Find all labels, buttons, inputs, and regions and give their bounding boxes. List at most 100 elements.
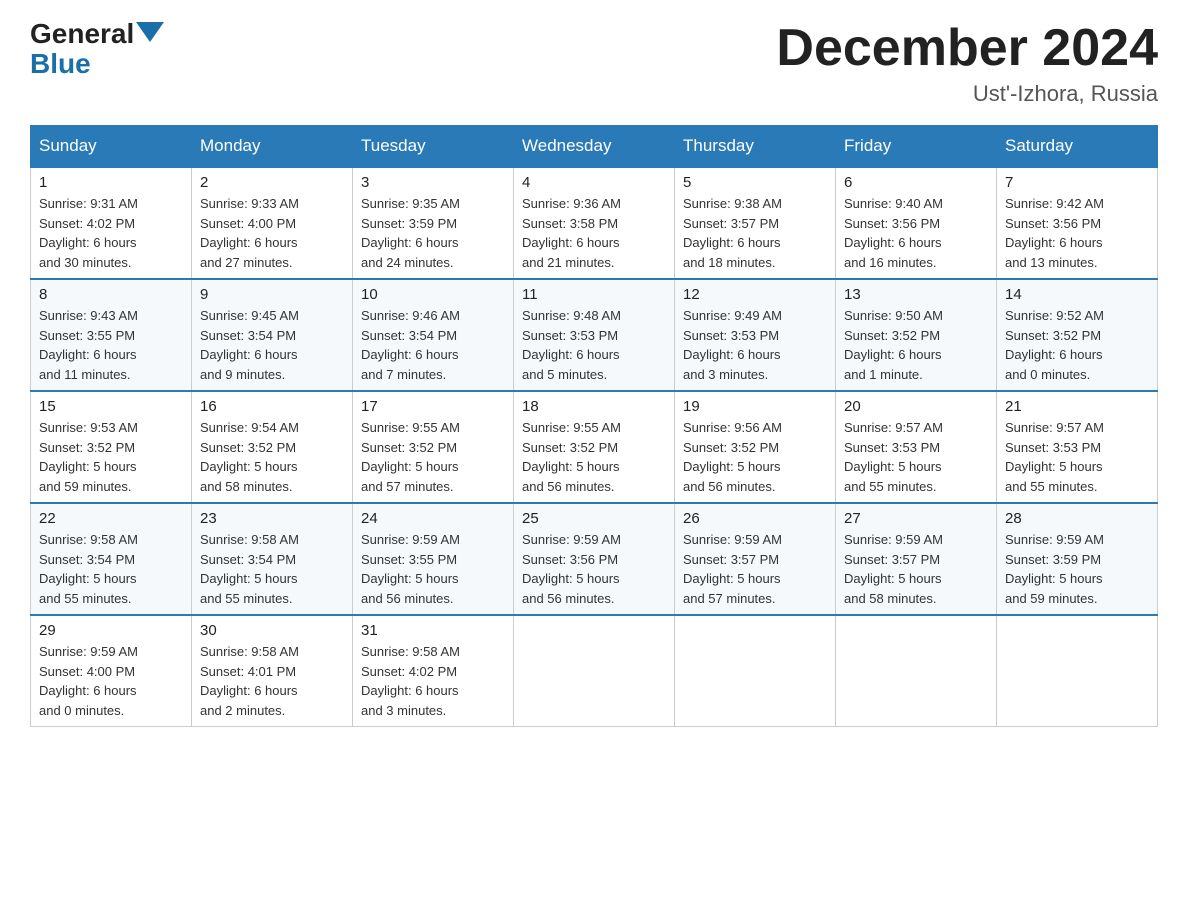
calendar-cell: 10 Sunrise: 9:46 AMSunset: 3:54 PMDayligh… <box>353 279 514 391</box>
day-info: Sunrise: 9:58 AMSunset: 4:01 PMDaylight:… <box>200 642 344 720</box>
calendar-cell: 12 Sunrise: 9:49 AMSunset: 3:53 PMDayligh… <box>675 279 836 391</box>
day-info: Sunrise: 9:55 AMSunset: 3:52 PMDaylight:… <box>361 418 505 496</box>
day-number: 29 <box>39 622 183 639</box>
day-number: 30 <box>200 622 344 639</box>
calendar-cell: 28 Sunrise: 9:59 AMSunset: 3:59 PMDayligh… <box>997 503 1158 615</box>
calendar-cell: 30 Sunrise: 9:58 AMSunset: 4:01 PMDayligh… <box>192 615 353 727</box>
day-info: Sunrise: 9:57 AMSunset: 3:53 PMDaylight:… <box>844 418 988 496</box>
calendar-cell: 5Sunrise: 9:38 AMSunset: 3:57 PMDaylight… <box>675 167 836 279</box>
calendar-cell <box>514 615 675 727</box>
day-number: 6 <box>844 174 988 191</box>
week-row-4: 22 Sunrise: 9:58 AMSunset: 3:54 PMDayligh… <box>31 503 1158 615</box>
calendar-cell: 16 Sunrise: 9:54 AMSunset: 3:52 PMDayligh… <box>192 391 353 503</box>
day-info: Sunrise: 9:42 AMSunset: 3:56 PMDaylight:… <box>1005 194 1149 272</box>
calendar-cell: 6 Sunrise: 9:40 AMSunset: 3:56 PMDaylight… <box>836 167 997 279</box>
calendar-cell: 27Sunrise: 9:59 AMSunset: 3:57 PMDayligh… <box>836 503 997 615</box>
day-number: 21 <box>1005 398 1149 415</box>
day-info: Sunrise: 9:35 AMSunset: 3:59 PMDaylight:… <box>361 194 505 272</box>
calendar-cell: 18Sunrise: 9:55 AMSunset: 3:52 PMDayligh… <box>514 391 675 503</box>
day-info: Sunrise: 9:56 AMSunset: 3:52 PMDaylight:… <box>683 418 827 496</box>
day-number: 18 <box>522 398 666 415</box>
logo-general-text: General <box>30 20 134 48</box>
day-number: 3 <box>361 174 505 191</box>
calendar-cell <box>675 615 836 727</box>
day-info: Sunrise: 9:58 AMSunset: 3:54 PMDaylight:… <box>200 530 344 608</box>
day-number: 9 <box>200 286 344 303</box>
day-number: 23 <box>200 510 344 527</box>
title-block: December 2024 Ust'-Izhora, Russia <box>776 20 1158 107</box>
day-number: 8 <box>39 286 183 303</box>
weekday-header-wednesday: Wednesday <box>514 126 675 168</box>
day-info: Sunrise: 9:58 AMSunset: 4:02 PMDaylight:… <box>361 642 505 720</box>
weekday-header-tuesday: Tuesday <box>353 126 514 168</box>
day-info: Sunrise: 9:31 AMSunset: 4:02 PMDaylight:… <box>39 194 183 272</box>
day-number: 7 <box>1005 174 1149 191</box>
month-title: December 2024 <box>776 20 1158 77</box>
day-number: 20 <box>844 398 988 415</box>
calendar-cell: 7 Sunrise: 9:42 AMSunset: 3:56 PMDaylight… <box>997 167 1158 279</box>
day-info: Sunrise: 9:59 AMSunset: 3:59 PMDaylight:… <box>1005 530 1149 608</box>
day-info: Sunrise: 9:52 AMSunset: 3:52 PMDaylight:… <box>1005 306 1149 384</box>
day-number: 13 <box>844 286 988 303</box>
calendar-cell: 19 Sunrise: 9:56 AMSunset: 3:52 PMDayligh… <box>675 391 836 503</box>
calendar-cell: 14 Sunrise: 9:52 AMSunset: 3:52 PMDayligh… <box>997 279 1158 391</box>
calendar-cell: 29 Sunrise: 9:59 AMSunset: 4:00 PMDayligh… <box>31 615 192 727</box>
day-number: 10 <box>361 286 505 303</box>
day-number: 22 <box>39 510 183 527</box>
day-info: Sunrise: 9:43 AMSunset: 3:55 PMDaylight:… <box>39 306 183 384</box>
day-number: 15 <box>39 398 183 415</box>
week-row-2: 8 Sunrise: 9:43 AMSunset: 3:55 PMDaylight… <box>31 279 1158 391</box>
calendar-cell: 8 Sunrise: 9:43 AMSunset: 3:55 PMDaylight… <box>31 279 192 391</box>
day-info: Sunrise: 9:59 AMSunset: 3:55 PMDaylight:… <box>361 530 505 608</box>
calendar-cell: 26 Sunrise: 9:59 AMSunset: 3:57 PMDayligh… <box>675 503 836 615</box>
calendar-cell: 2Sunrise: 9:33 AMSunset: 4:00 PMDaylight… <box>192 167 353 279</box>
day-info: Sunrise: 9:54 AMSunset: 3:52 PMDaylight:… <box>200 418 344 496</box>
calendar-cell: 24 Sunrise: 9:59 AMSunset: 3:55 PMDayligh… <box>353 503 514 615</box>
day-info: Sunrise: 9:45 AMSunset: 3:54 PMDaylight:… <box>200 306 344 384</box>
day-number: 5 <box>683 174 827 191</box>
day-number: 12 <box>683 286 827 303</box>
calendar-cell: 15 Sunrise: 9:53 AMSunset: 3:52 PMDayligh… <box>31 391 192 503</box>
week-row-1: 1 Sunrise: 9:31 AMSunset: 4:02 PMDaylight… <box>31 167 1158 279</box>
week-row-5: 29 Sunrise: 9:59 AMSunset: 4:00 PMDayligh… <box>31 615 1158 727</box>
calendar-cell: 22Sunrise: 9:58 AMSunset: 3:54 PMDayligh… <box>31 503 192 615</box>
weekday-header-thursday: Thursday <box>675 126 836 168</box>
day-info: Sunrise: 9:36 AMSunset: 3:58 PMDaylight:… <box>522 194 666 272</box>
day-number: 26 <box>683 510 827 527</box>
day-info: Sunrise: 9:59 AMSunset: 4:00 PMDaylight:… <box>39 642 183 720</box>
day-info: Sunrise: 9:49 AMSunset: 3:53 PMDaylight:… <box>683 306 827 384</box>
weekday-header-sunday: Sunday <box>31 126 192 168</box>
day-number: 19 <box>683 398 827 415</box>
day-info: Sunrise: 9:50 AMSunset: 3:52 PMDaylight:… <box>844 306 988 384</box>
location-label: Ust'-Izhora, Russia <box>776 81 1158 107</box>
day-info: Sunrise: 9:59 AMSunset: 3:57 PMDaylight:… <box>683 530 827 608</box>
calendar-cell: 31 Sunrise: 9:58 AMSunset: 4:02 PMDayligh… <box>353 615 514 727</box>
day-info: Sunrise: 9:46 AMSunset: 3:54 PMDaylight:… <box>361 306 505 384</box>
day-number: 4 <box>522 174 666 191</box>
day-info: Sunrise: 9:57 AMSunset: 3:53 PMDaylight:… <box>1005 418 1149 496</box>
calendar-cell: 20 Sunrise: 9:57 AMSunset: 3:53 PMDayligh… <box>836 391 997 503</box>
calendar-cell: 23 Sunrise: 9:58 AMSunset: 3:54 PMDayligh… <box>192 503 353 615</box>
day-number: 27 <box>844 510 988 527</box>
day-info: Sunrise: 9:33 AMSunset: 4:00 PMDaylight:… <box>200 194 344 272</box>
day-number: 24 <box>361 510 505 527</box>
day-number: 16 <box>200 398 344 415</box>
day-info: Sunrise: 9:53 AMSunset: 3:52 PMDaylight:… <box>39 418 183 496</box>
weekday-header-friday: Friday <box>836 126 997 168</box>
day-info: Sunrise: 9:40 AMSunset: 3:56 PMDaylight:… <box>844 194 988 272</box>
weekday-header-saturday: Saturday <box>997 126 1158 168</box>
calendar-cell: 3 Sunrise: 9:35 AMSunset: 3:59 PMDaylight… <box>353 167 514 279</box>
calendar-body: 1 Sunrise: 9:31 AMSunset: 4:02 PMDaylight… <box>31 167 1158 727</box>
day-info: Sunrise: 9:59 AMSunset: 3:56 PMDaylight:… <box>522 530 666 608</box>
day-number: 31 <box>361 622 505 639</box>
calendar-cell <box>836 615 997 727</box>
day-number: 11 <box>522 286 666 303</box>
week-row-3: 15 Sunrise: 9:53 AMSunset: 3:52 PMDayligh… <box>31 391 1158 503</box>
logo-triangle-icon <box>136 22 164 42</box>
day-number: 28 <box>1005 510 1149 527</box>
calendar-cell: 17Sunrise: 9:55 AMSunset: 3:52 PMDayligh… <box>353 391 514 503</box>
day-number: 14 <box>1005 286 1149 303</box>
day-number: 1 <box>39 174 183 191</box>
calendar-cell: 25Sunrise: 9:59 AMSunset: 3:56 PMDayligh… <box>514 503 675 615</box>
day-info: Sunrise: 9:48 AMSunset: 3:53 PMDaylight:… <box>522 306 666 384</box>
